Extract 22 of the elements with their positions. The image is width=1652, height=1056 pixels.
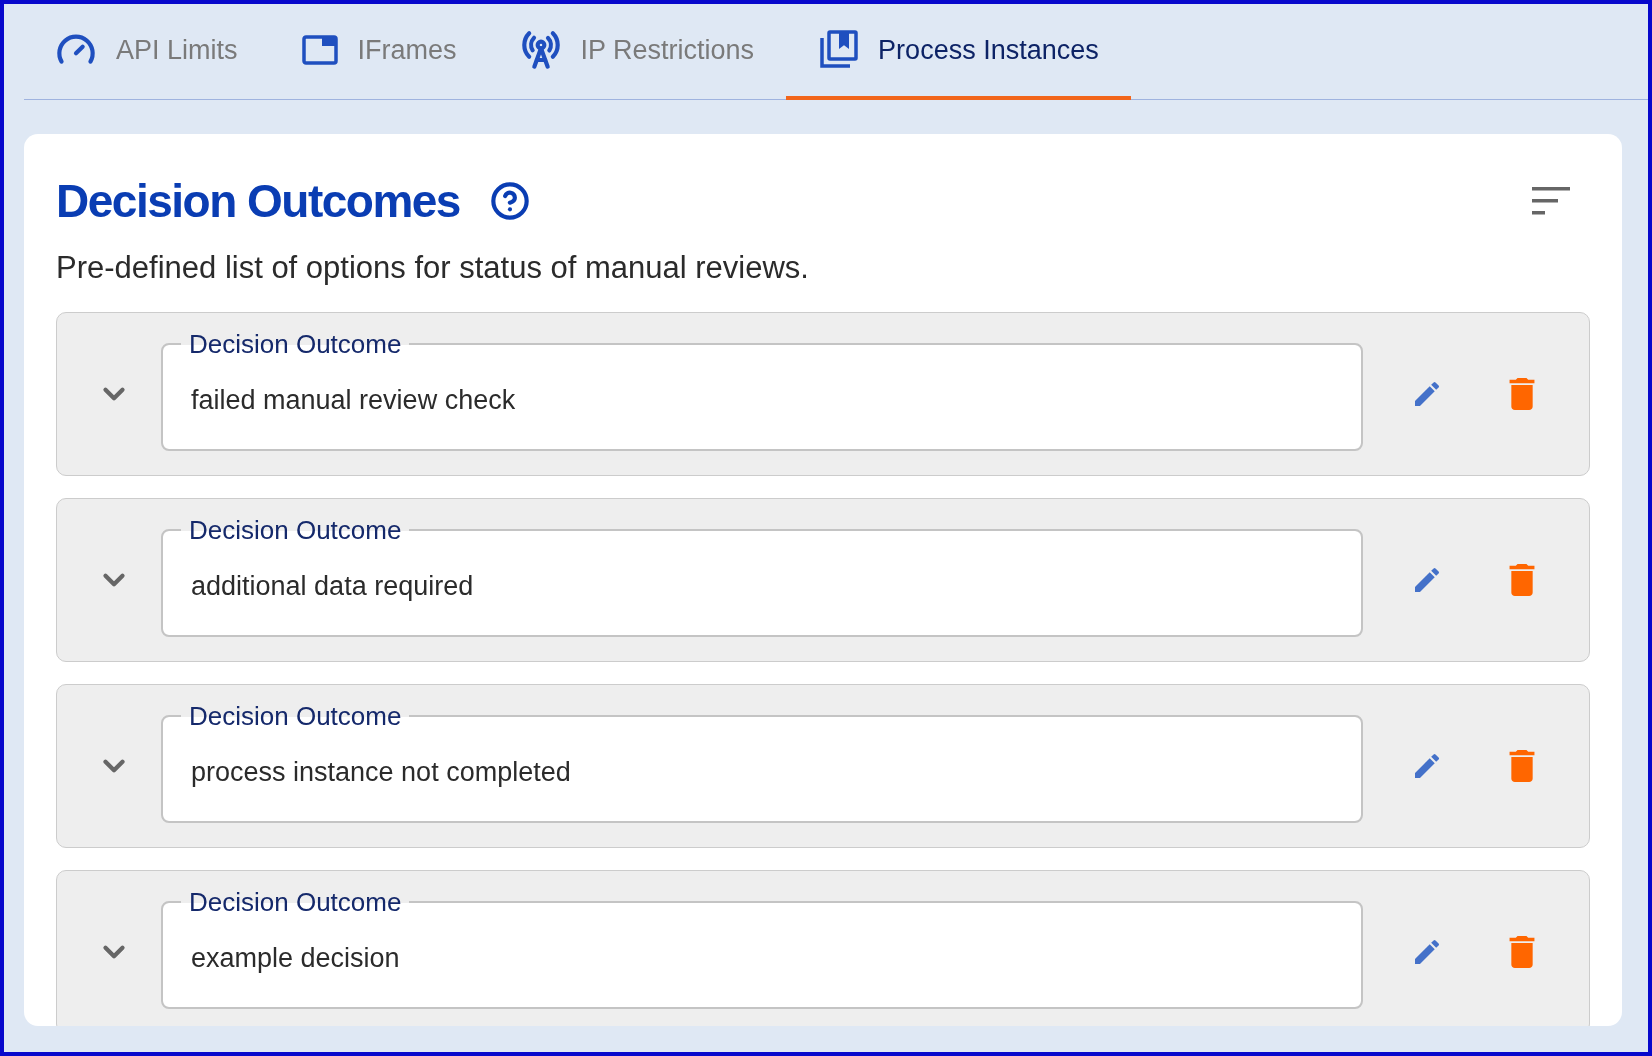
section-description: Pre-defined list of options for status of manual reviews.	[56, 250, 810, 286]
field-value[interactable]: process instance not completed	[189, 755, 1335, 789]
sort-button[interactable]	[1532, 187, 1570, 215]
tab[interactable]: Process Instances	[786, 4, 1131, 100]
trash-icon	[1509, 750, 1535, 782]
section-title: Decision Outcomes	[56, 174, 460, 228]
books-icon	[818, 30, 859, 70]
trash-icon	[1509, 936, 1535, 968]
field-value[interactable]: example decision	[189, 941, 1335, 975]
help-icon	[489, 181, 530, 221]
trash-icon	[1509, 378, 1535, 410]
field-value[interactable]: failed manual review check	[189, 383, 1335, 417]
field-label: Decision Outcome	[188, 329, 403, 359]
help-button[interactable]	[489, 181, 530, 221]
trash-icon	[1509, 564, 1535, 596]
field-label: Decision Outcome	[188, 701, 403, 731]
field-value[interactable]: additional data required	[189, 569, 1335, 603]
field-label: Decision Outcome	[188, 515, 403, 545]
sort-icon	[1532, 187, 1570, 215]
window-icon	[301, 35, 338, 65]
radio-tower-icon	[520, 30, 561, 70]
field-label: Decision Outcome	[188, 887, 403, 917]
